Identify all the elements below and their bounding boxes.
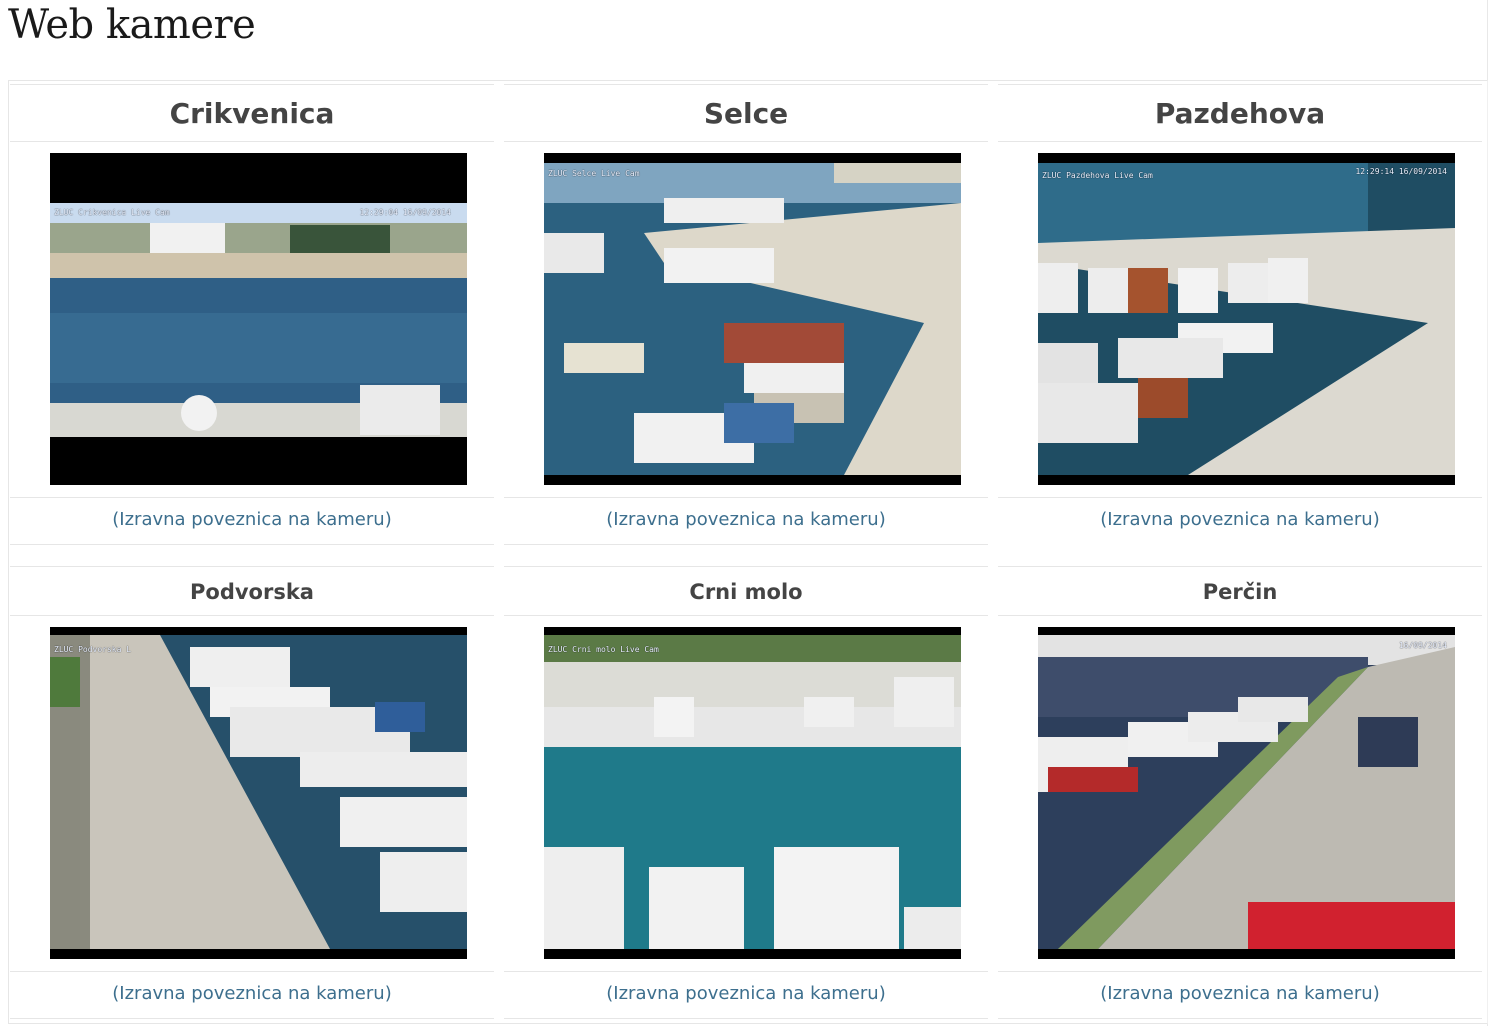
camera-direct-link[interactable]: (Izravna poveznica na kameru) [606, 509, 885, 530]
camera-osd-label: ZLUC Pazdehova Live Cam [1042, 171, 1153, 180]
camera-direct-link-row: (Izravna poveznica na kameru) [998, 971, 1482, 1019]
camera-direct-link-row: (Izravna poveznica na kameru) [998, 497, 1482, 545]
camera-osd-label: ZLUC Crikvenica Live Cam [54, 208, 170, 217]
camera-cell-selce: Selce ZLUC Selce Live Cam (Izravna povez… [504, 84, 988, 546]
camera-cell-pazdehova: Pazdehova ZLUC Pazdehova Live Cam 12:29:… [998, 84, 1482, 546]
camera-osd-timestamp: 12:29:04 16/09/2014 [359, 208, 451, 217]
camera-direct-link[interactable]: (Izravna poveznica na kameru) [112, 509, 391, 530]
camera-title: Crikvenica [10, 84, 494, 142]
camera-osd-timestamp: 16/09/2014 [1398, 641, 1447, 650]
camera-image-podvorska[interactable]: ZLUC Podvorska L [50, 627, 467, 959]
camera-direct-link[interactable]: (Izravna poveznica na kameru) [606, 983, 885, 1004]
camera-direct-link[interactable]: (Izravna poveznica na kameru) [1100, 509, 1379, 530]
camera-image-crni-molo[interactable]: ZLUC Crni molo Live Cam [544, 627, 961, 959]
camera-osd-label: ZLUC Podvorska L [54, 645, 132, 654]
camera-image-crikvenica[interactable]: ZLUC Crikvenica Live Cam 12:29:04 16/09/… [50, 153, 467, 485]
camera-cell-crni-molo: Crni molo ZLUC Crni molo Live Cam (Izrav… [504, 566, 988, 1020]
camera-direct-link[interactable]: (Izravna poveznica na kameru) [1100, 983, 1379, 1004]
camera-title: Crni molo [504, 566, 988, 616]
camera-direct-link-row: (Izravna poveznica na kameru) [504, 497, 988, 545]
camera-osd-label: ZLUC Crni molo Live Cam [548, 645, 659, 654]
camera-image-pazdehova[interactable]: ZLUC Pazdehova Live Cam 12:29:14 16/09/2… [1038, 153, 1455, 485]
camera-image-selce[interactable]: ZLUC Selce Live Cam [544, 153, 961, 485]
camera-title: Selce [504, 84, 988, 142]
camera-osd-timestamp: 12:29:14 16/09/2014 [1355, 167, 1447, 176]
camera-direct-link-row: (Izravna poveznica na kameru) [10, 971, 494, 1019]
camera-image-percin[interactable]: 16/09/2014 [1038, 627, 1455, 959]
camera-title: Perčin [998, 566, 1482, 616]
camera-direct-link[interactable]: (Izravna poveznica na kameru) [112, 983, 391, 1004]
camera-direct-link-row: (Izravna poveznica na kameru) [504, 971, 988, 1019]
camera-title: Podvorska [10, 566, 494, 616]
camera-title: Pazdehova [998, 84, 1482, 142]
camera-cell-podvorska: Podvorska ZLUC Podvorska L (Izravna pove… [10, 566, 494, 1020]
camera-osd-label: ZLUC Selce Live Cam [548, 169, 640, 178]
page-title: Web kamere [8, 2, 256, 48]
camera-direct-link-row: (Izravna poveznica na kameru) [10, 497, 494, 545]
camera-cell-crikvenica: Crikvenica ZLUC Crikvenica Live Cam 12:2… [10, 84, 494, 546]
camera-cell-percin: Perčin 16/09/2014 (Izravna poveznica na … [998, 566, 1482, 1020]
